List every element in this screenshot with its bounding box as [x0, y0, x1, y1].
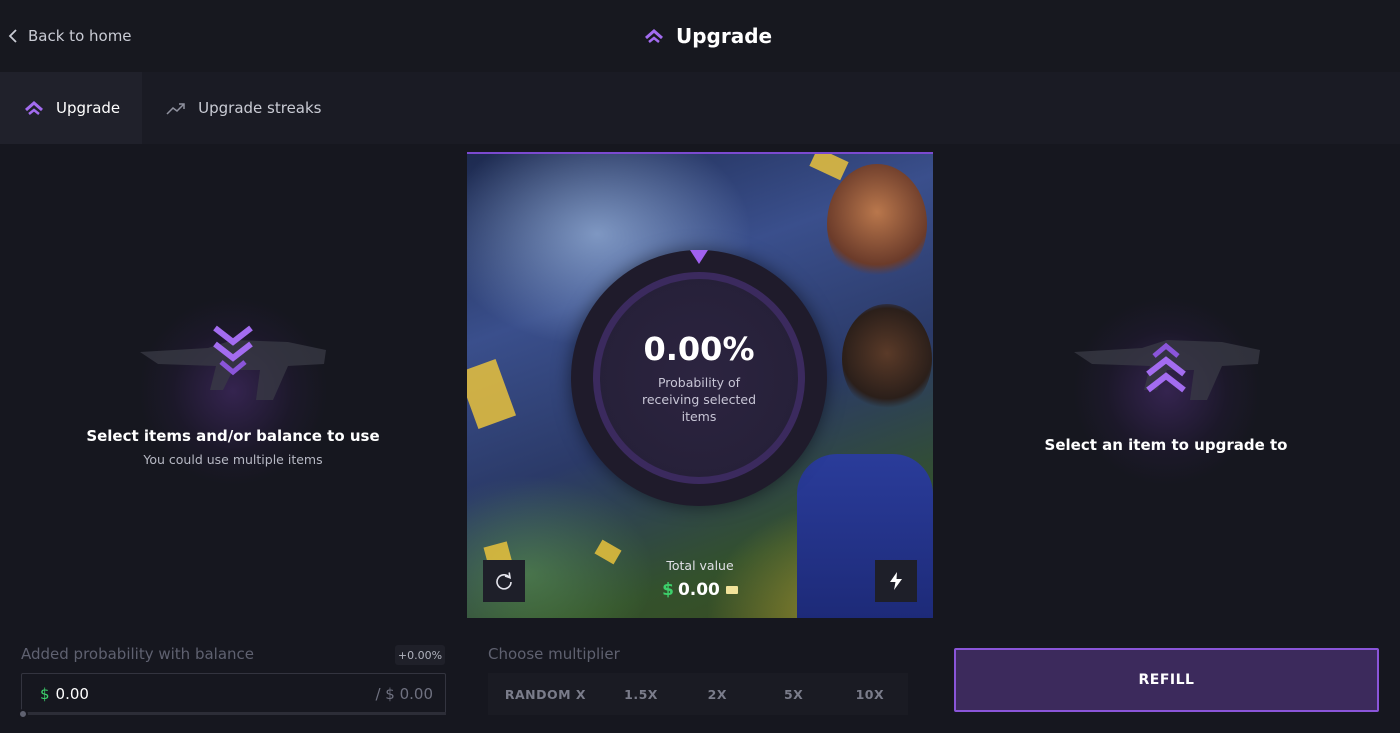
balance-value[interactable]: 0.00	[56, 685, 376, 703]
multiplier-options: RANDOM X 1.5X 2X 5X 10X	[488, 673, 909, 715]
total-amount: 0.00	[677, 580, 720, 600]
total-value: $0.00	[467, 580, 933, 600]
balance-probability-label: Added probability with balance	[21, 645, 255, 663]
currency-symbol: $	[662, 580, 674, 600]
tab-upgrade-streaks-label: Upgrade streaks	[198, 99, 322, 117]
balance-probability-badge: +0.00%	[395, 645, 445, 665]
chevrons-up-icon	[1146, 342, 1186, 393]
top-bar: Back to home Upgrade	[0, 0, 1400, 72]
character-art	[827, 164, 927, 284]
lightning-icon	[890, 572, 902, 590]
tab-bar: Upgrade Upgrade streaks	[0, 72, 1400, 144]
chevron-left-icon	[8, 29, 17, 43]
balance-slider-handle[interactable]	[18, 709, 28, 719]
back-label: Back to home	[28, 27, 132, 45]
total-value-label: Total value	[666, 558, 734, 573]
balance-slider-track[interactable]	[21, 712, 446, 715]
multiplier-label: Choose multiplier	[488, 645, 620, 663]
confetti	[809, 154, 849, 181]
character-art	[842, 304, 932, 414]
tab-upgrade-streaks[interactable]: Upgrade streaks	[142, 72, 343, 144]
chevrons-down-icon	[213, 325, 253, 376]
source-panel-subtitle: You could use multiple items	[143, 452, 323, 467]
back-to-home-link[interactable]: Back to home	[8, 24, 132, 48]
upgrade-chevrons-icon	[25, 101, 43, 115]
upgrade-wheel-card: 0.00% Probability of receiving selected …	[467, 152, 933, 618]
upgrade-chevrons-icon	[645, 29, 663, 43]
refill-button[interactable]: REFILL	[954, 648, 1379, 712]
refresh-icon	[496, 572, 512, 590]
balance-input[interactable]: $ 0.00 / $ 0.00	[21, 673, 446, 715]
multiplier-2x-button[interactable]: 2X	[679, 673, 756, 715]
probability-dial: 0.00% Probability of receiving selected …	[571, 250, 827, 506]
balance-max: / $ 0.00	[375, 685, 433, 703]
tab-upgrade[interactable]: Upgrade	[0, 72, 143, 144]
multiplier-10x-button[interactable]: 10X	[831, 673, 909, 715]
source-panel-title: Select items and/or balance to use	[86, 427, 380, 445]
page-title: Upgrade	[644, 22, 772, 50]
tab-upgrade-label: Upgrade	[56, 99, 121, 117]
multiplier-1.5x-button[interactable]: 1.5X	[602, 673, 680, 715]
target-panel-title: Select an item to upgrade to	[1044, 436, 1288, 454]
reset-button[interactable]	[483, 560, 525, 602]
probability-percent: 0.00%	[643, 330, 755, 368]
probability-caption: Probability of receiving selected items	[641, 375, 757, 424]
multiplier-5x-button[interactable]: 5X	[755, 673, 832, 715]
dial-pointer-icon	[690, 250, 708, 264]
quick-upgrade-button[interactable]	[875, 560, 917, 602]
confetti	[467, 358, 517, 430]
multiplier-random-button[interactable]: RANDOM X	[488, 673, 603, 715]
cash-icon	[725, 586, 738, 594]
bottom-controls: Added probability with balance +0.00% $ …	[0, 628, 1400, 733]
trend-up-icon	[166, 103, 185, 115]
page-title-text: Upgrade	[676, 24, 773, 48]
currency-symbol: $	[40, 685, 50, 703]
